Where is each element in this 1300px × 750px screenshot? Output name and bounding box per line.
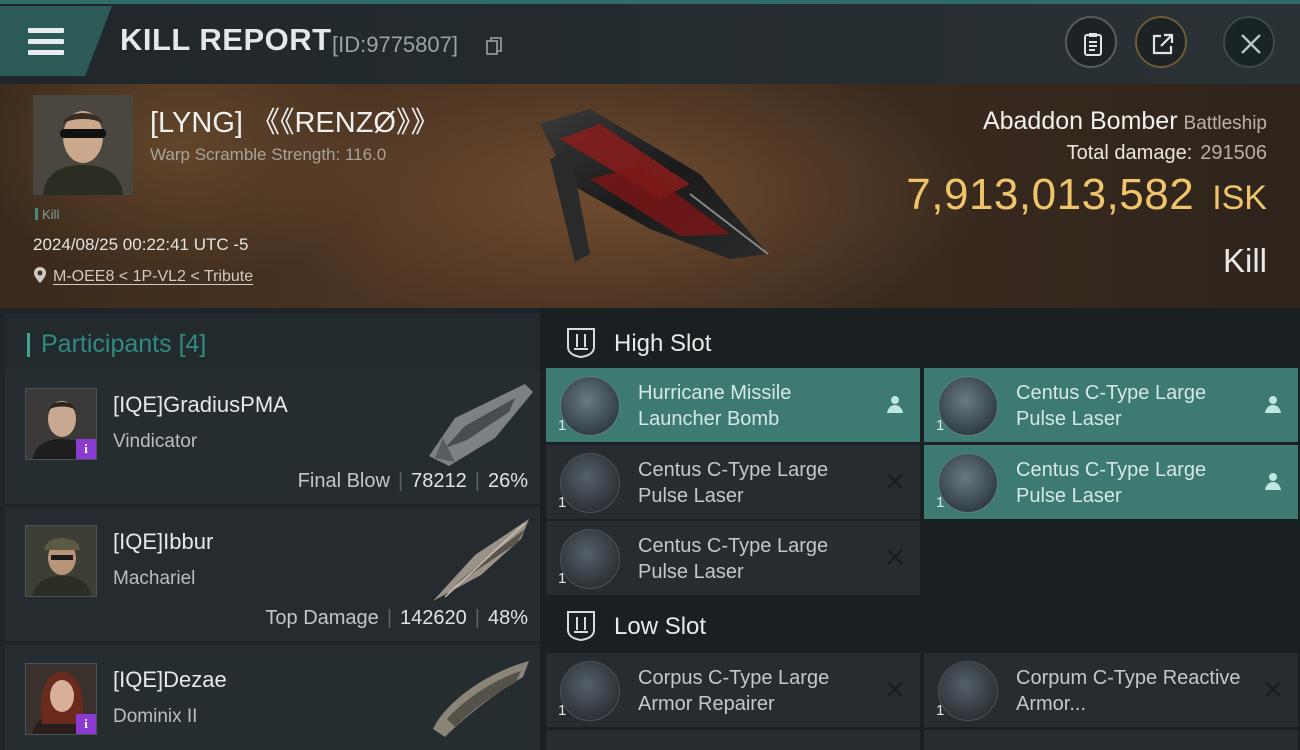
module-slot[interactable]: 1 Centus C-Type Large Pulse Laser [546,521,920,595]
tag-marker [35,208,38,220]
total-damage: Total damage: 291506 [1066,142,1267,164]
participant-name[interactable]: [IQE]Dezae [113,667,227,693]
low-slot-header: Low Slot [548,599,1300,651]
isk-value: 7,913,013,582 ISK [906,170,1267,219]
destroyed-x-icon [887,473,903,489]
victim-avatar[interactable] [33,95,133,195]
module-slot[interactable] [924,730,1298,750]
destroyed-x-icon [887,549,903,565]
header-bar: KILL REPORT [ID:9775807] [0,0,1300,84]
module-name: Corpum C-Type Reactive Armor... [1016,667,1241,715]
destroyed-x-icon [887,681,903,697]
module-name: Centus C-Type Large Pulse Laser [1016,459,1207,507]
dropped-person-icon [887,396,903,413]
menu-icon [28,28,64,33]
share-button[interactable] [1135,16,1187,68]
missile-launcher-icon [560,376,620,436]
module-name: Centus C-Type Large Pulse Laser [1016,382,1207,430]
copy-icon[interactable] [486,37,502,55]
participant-ship: Dominix II [113,706,198,727]
pulse-laser-icon [938,376,998,436]
victim-name[interactable]: [LYNG] 《《RENZØ》》 [150,99,440,141]
header-accent-line [0,0,1300,4]
module-slot[interactable]: 1 Hurricane Missile Launcher Bomb [546,368,920,442]
module-name: Centus C-Type Large Pulse Laser [638,459,829,507]
module-name: Centus C-Type Large Pulse Laser [638,535,829,583]
participants-header: Participants [4] [5,314,540,374]
pulse-laser-icon [560,453,620,513]
participant-row[interactable]: i [IQE]GradiusPMA Vindicator Final Blow |… [5,370,540,504]
fitting-panel: High Slot 1 Hurricane Missile Launcher B… [540,308,1300,750]
clipboard-icon [1084,33,1102,56]
participant-name[interactable]: [IQE]GradiusPMA [113,392,288,418]
participant-ship-image[interactable] [425,515,537,605]
participant-stats: Top Damage | 142620 | 48% [265,607,528,629]
module-name: Hurricane Missile Launcher Bomb [638,382,792,430]
module-slot[interactable]: 1 Corpus C-Type Large Armor Repairer [546,653,920,727]
dropped-person-icon [1265,473,1281,490]
info-badge: i [76,714,96,734]
result-label: Kill [1222,242,1267,279]
avatar[interactable] [25,525,97,597]
pulse-laser-icon [560,529,620,589]
location-pin-icon [34,267,46,283]
victim-ship[interactable]: Abaddon Bomber Battleship [983,107,1267,136]
participant-row[interactable]: i [IQE]Dezae Dominix II [5,645,540,750]
victim-banner: [LYNG] 《《RENZØ》》 Warp Scramble Strength:… [0,84,1300,308]
warp-scramble-strength: Warp Scramble Strength: 116.0 [150,145,387,164]
pulse-laser-icon [938,453,998,513]
participant-stats: Final Blow | 78212 | 26% [297,470,528,492]
participant-row[interactable]: [IQE]Ibbur Machariel Top Damage | 142620 | 4… [5,507,540,641]
location-link[interactable]: M-OEE8 < 1P-VL2 < Tribute [53,268,253,285]
high-slot-icon [567,328,595,359]
low-slot-icon [567,611,595,642]
participant-name[interactable]: [IQE]Ibbur [113,529,213,555]
kill-location[interactable]: M-OEE8 < 1P-VL2 < Tribute [33,266,253,286]
module-slot[interactable]: 1 Centus C-Type Large Pulse Laser [924,445,1298,519]
module-slot[interactable] [546,730,920,750]
destroyed-x-icon [1265,681,1281,697]
share-icon [1152,33,1174,55]
module-slot[interactable]: 1 Centus C-Type Large Pulse Laser [924,368,1298,442]
clipboard-button[interactable] [1065,16,1117,68]
kill-datetime: 2024/08/25 00:22:41 UTC -5 [33,235,249,254]
high-slot-header: High Slot [548,316,1300,368]
module-name: Corpus C-Type Large Armor Repairer [638,667,830,715]
kill-type-tag: Kill [35,207,59,222]
menu-button[interactable] [0,6,112,76]
participant-ship: Vindicator [113,431,198,452]
armor-repairer-icon [560,661,620,721]
participants-panel: Participants [4] i [IQE]GradiusPMA Vindi… [0,308,540,750]
info-badge: i [76,439,96,459]
close-icon [1241,34,1261,54]
module-slot[interactable]: 1 Corpum C-Type Reactive Armor... [924,653,1298,727]
module-slot[interactable]: 1 Centus C-Type Large Pulse Laser [546,445,920,519]
participant-ship-image[interactable] [425,653,537,743]
close-button[interactable] [1223,16,1275,68]
page-title: KILL REPORT [120,22,332,57]
victim-ship-image[interactable] [530,104,780,274]
participant-ship: Machariel [113,568,196,589]
kill-id: [ID:9775807] [332,32,458,57]
dropped-person-icon [1265,396,1281,413]
participant-ship-image[interactable] [425,378,537,468]
reactive-armor-icon [938,661,998,721]
